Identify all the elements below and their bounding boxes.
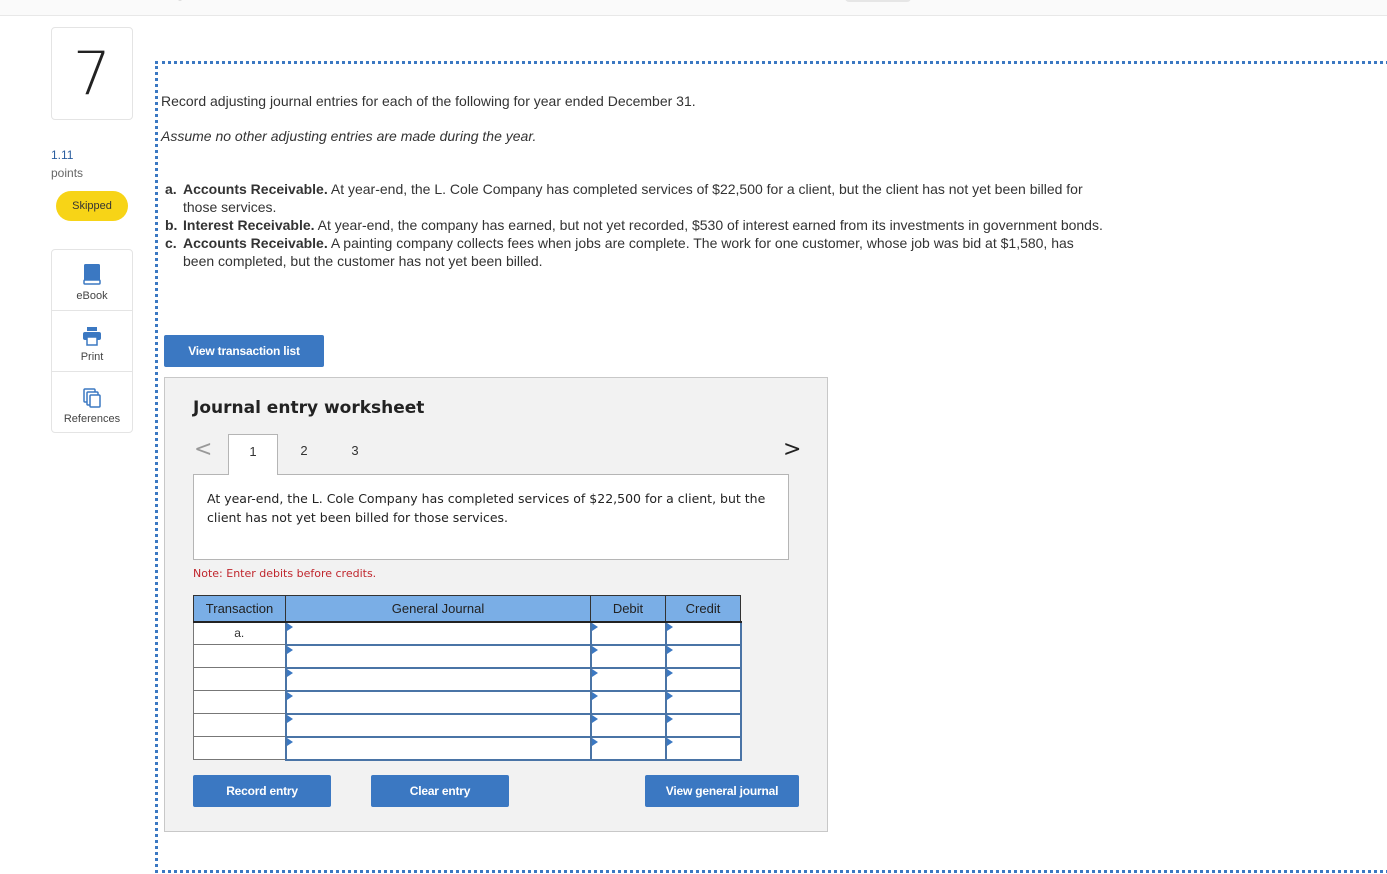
- credit-input[interactable]: [666, 623, 740, 643]
- account-cell[interactable]: [284, 689, 592, 715]
- record-entry-button[interactable]: Record entry: [193, 775, 331, 807]
- table-header-row: Transaction General Journal Debit Credit: [193, 595, 741, 623]
- debit-cell[interactable]: [589, 620, 667, 646]
- view-general-journal-button[interactable]: View general journal: [645, 775, 799, 807]
- item-title: Accounts Receivable.: [183, 181, 328, 197]
- tab-2[interactable]: 2: [279, 434, 329, 475]
- account-cell[interactable]: [284, 735, 592, 761]
- clear-entry-button[interactable]: Clear entry: [371, 775, 509, 807]
- item-title: Interest Receivable.: [183, 217, 315, 233]
- debit-cell[interactable]: [589, 689, 667, 715]
- credit-cell[interactable]: [664, 712, 742, 738]
- question-item-a: a. Accounts Receivable. At year-end, the…: [165, 180, 1105, 216]
- tab-1[interactable]: 1: [228, 434, 278, 475]
- item-body: Accounts Receivable. At year-end, the L.…: [183, 180, 1105, 216]
- table-row: [193, 712, 742, 738]
- credit-input[interactable]: [666, 646, 740, 666]
- references-label: References: [63, 413, 121, 425]
- question-number: 7: [51, 27, 133, 120]
- references-button[interactable]: References: [52, 372, 132, 433]
- item-body: Interest Receivable. At year-end, the co…: [183, 216, 1103, 234]
- print-button[interactable]: Print: [52, 311, 132, 372]
- table-row: [193, 643, 742, 669]
- col-transaction: Transaction: [193, 595, 286, 623]
- item-marker: c.: [165, 235, 177, 251]
- credit-input[interactable]: [666, 738, 740, 758]
- table-row: [193, 735, 742, 761]
- points-value: 1.11: [51, 148, 74, 162]
- transaction-cell: [193, 667, 286, 691]
- account-cell[interactable]: [284, 643, 592, 669]
- debit-input[interactable]: [591, 646, 665, 666]
- question-item-c: c. Accounts Receivable. A painting compa…: [165, 234, 1105, 270]
- transaction-cell: [193, 736, 286, 760]
- printer-icon: [82, 326, 102, 346]
- credit-cell[interactable]: [664, 643, 742, 669]
- entry-note: Note: Enter debits before credits.: [193, 567, 377, 580]
- transaction-description: At year-end, the L. Cole Company has com…: [193, 474, 789, 560]
- book-icon: [83, 263, 101, 285]
- transaction-cell: [193, 690, 286, 714]
- question-item-b: b. Interest Receivable. At year-end, the…: [165, 216, 1105, 234]
- journal-table: Transaction General Journal Debit Credit…: [193, 595, 742, 761]
- credit-input[interactable]: [666, 669, 740, 689]
- debit-input[interactable]: [591, 715, 665, 735]
- points-label: points: [51, 166, 84, 180]
- item-title: Accounts Receivable.: [183, 235, 328, 251]
- item-body: Accounts Receivable. A painting company …: [183, 234, 1105, 270]
- account-input[interactable]: [286, 738, 590, 758]
- account-cell[interactable]: [284, 666, 592, 692]
- debit-cell[interactable]: [589, 735, 667, 761]
- top-bar: [0, 0, 1387, 16]
- chevron-left-icon[interactable]: <: [194, 437, 212, 462]
- top-bar-pill[interactable]: [845, 0, 911, 2]
- print-label: Print: [80, 351, 104, 363]
- account-input[interactable]: [286, 692, 590, 712]
- credit-cell[interactable]: [664, 620, 742, 646]
- chevron-right-icon[interactable]: >: [783, 437, 801, 462]
- transaction-cell: [193, 713, 286, 737]
- ebook-label: eBook: [76, 290, 108, 302]
- credit-cell[interactable]: [664, 735, 742, 761]
- table-row: [193, 666, 742, 692]
- debit-cell[interactable]: [589, 643, 667, 669]
- table-row: [193, 689, 742, 715]
- question-items: a. Accounts Receivable. At year-end, the…: [165, 180, 1105, 270]
- item-marker: a.: [165, 181, 177, 197]
- account-cell[interactable]: [284, 712, 592, 738]
- question-intro: Record adjusting journal entries for eac…: [161, 93, 696, 109]
- debit-input[interactable]: [591, 669, 665, 689]
- credit-input[interactable]: [666, 692, 740, 712]
- status-badge: Skipped: [56, 191, 128, 221]
- ebook-button[interactable]: eBook: [52, 250, 132, 311]
- table-row: a.: [193, 620, 742, 646]
- debit-input[interactable]: [591, 738, 665, 758]
- top-bar-dot: [178, 0, 182, 1]
- account-input[interactable]: [286, 669, 590, 689]
- account-cell[interactable]: [284, 620, 592, 646]
- account-input[interactable]: [286, 646, 590, 666]
- credit-cell[interactable]: [664, 689, 742, 715]
- copy-icon: [83, 388, 101, 408]
- tools-panel: eBook Print References: [51, 249, 133, 433]
- tab-3[interactable]: 3: [330, 434, 380, 475]
- account-input[interactable]: [286, 715, 590, 735]
- debit-input[interactable]: [591, 692, 665, 712]
- debit-cell[interactable]: [589, 712, 667, 738]
- debit-cell[interactable]: [589, 666, 667, 692]
- credit-cell[interactable]: [664, 666, 742, 692]
- item-marker: b.: [165, 217, 178, 233]
- col-credit: Credit: [665, 595, 741, 623]
- credit-input[interactable]: [666, 715, 740, 735]
- transaction-cell: [193, 644, 286, 668]
- debit-input[interactable]: [591, 623, 665, 643]
- transaction-cell: a.: [193, 621, 286, 645]
- view-transaction-list-button[interactable]: View transaction list: [164, 335, 324, 367]
- question-assumption: Assume no other adjusting entries are ma…: [161, 128, 537, 144]
- col-debit: Debit: [590, 595, 666, 623]
- item-text: At year-end, the company has earned, but…: [314, 217, 1103, 233]
- worksheet-title: Journal entry worksheet: [193, 398, 425, 418]
- account-input[interactable]: [286, 623, 590, 643]
- col-general-journal: General Journal: [285, 595, 591, 623]
